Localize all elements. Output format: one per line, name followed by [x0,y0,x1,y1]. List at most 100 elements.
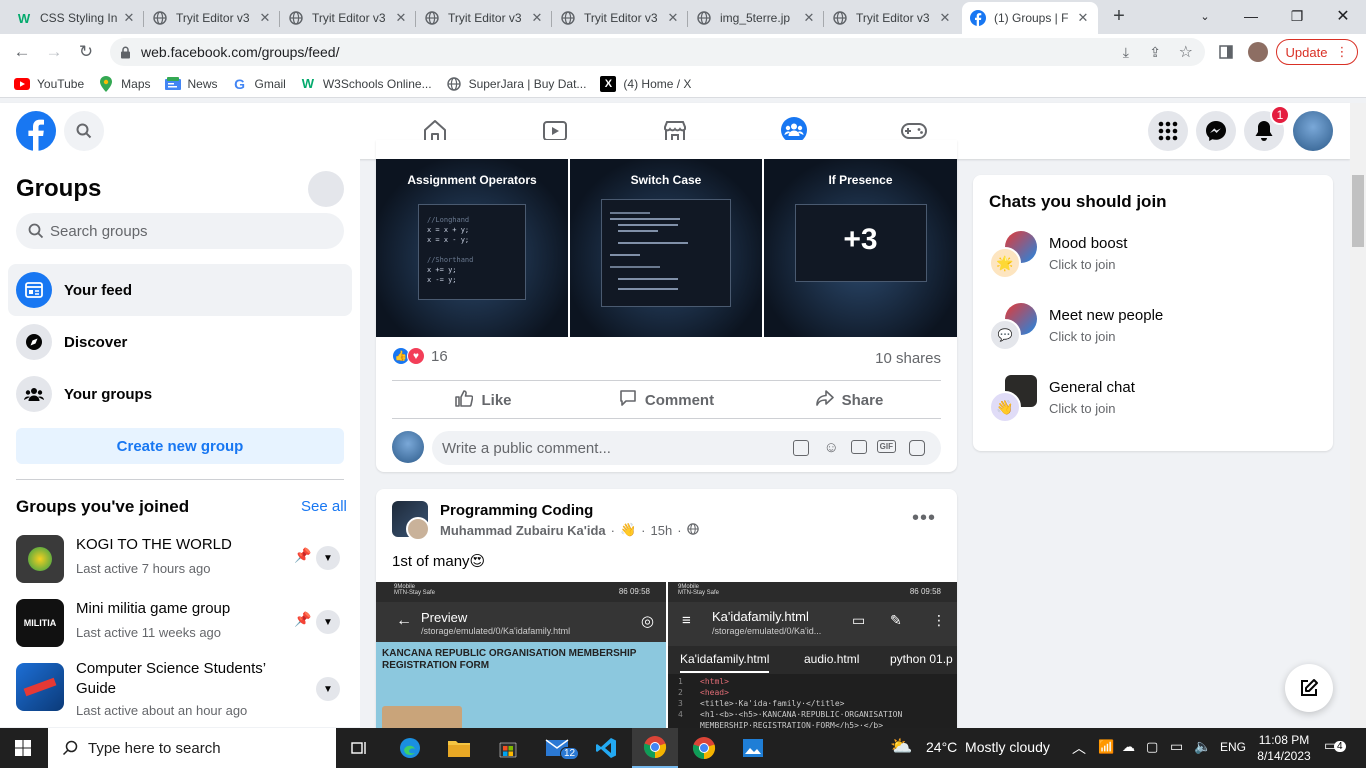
browser-tab[interactable]: Tryit Editor v3 ✕ [144,2,280,34]
close-tab-icon[interactable]: ✕ [122,10,136,26]
browser-tab[interactable]: img_5terre.jp ✕ [688,2,824,34]
post-image-1[interactable]: Assignment Operators //Longhand x = x + … [376,159,568,337]
avatar-sticker-icon[interactable] [793,440,809,456]
scrollbar-thumb[interactable] [1352,175,1364,247]
vscode-icon[interactable] [583,728,629,768]
chat-row-general-chat[interactable]: 👋 General chat Click to join [989,375,1319,439]
pin-icon[interactable]: 📌 [294,547,311,564]
post-image-3[interactable]: If Presence +3 [764,159,957,337]
menu-grid-icon[interactable] [1148,111,1188,151]
close-tab-icon[interactable]: ✕ [258,10,272,26]
bookmark-maps[interactable]: Maps [98,75,151,92]
like-button[interactable]: Like [392,382,575,418]
sidebar-item-discover[interactable]: Discover [8,316,352,368]
weather-text[interactable]: 24°C Mostly cloudy [926,739,1050,755]
bookmark-w3schools[interactable]: W W3Schools Online... [300,76,432,92]
weather-cloud-icon[interactable]: ⛅ [890,736,918,760]
windows-start-icon[interactable] [0,728,46,768]
comment-button[interactable]: Comment [575,382,758,418]
browser-tab[interactable]: W CSS Styling In ✕ [8,2,144,34]
post-image-2[interactable]: 9Mobile MTN-Stay Safe 86 09:58 ≡ Ka'idaf… [668,582,957,739]
address-bar[interactable]: web.facebook.com/groups/feed/ ⤓ ⇪ ☆ [110,38,1205,66]
new-message-icon[interactable] [1285,664,1333,712]
group-row-cs-students[interactable]: Computer Science Students’ Guide Last ac… [16,659,346,723]
file-explorer-icon[interactable] [436,728,482,768]
bookmark-gmail[interactable]: G Gmail [232,76,286,92]
bookmark-news[interactable]: News [164,76,218,92]
close-tab-icon[interactable]: ✕ [666,10,680,26]
post-image-1[interactable]: 9Mobile MTN-Stay Safe 86 09:58 ← Preview… [376,582,666,739]
sidebar-item-your-groups[interactable]: Your groups [8,368,352,420]
settings-gear-icon[interactable] [308,171,344,207]
taskbar-search-box[interactable]: Type here to search [48,728,336,768]
browser-tab[interactable]: Tryit Editor v3 ✕ [416,2,552,34]
install-icon[interactable]: ⤓ [1123,44,1129,61]
emoji-icon[interactable]: ☺ [824,439,839,456]
messenger-icon[interactable] [1196,111,1236,151]
clock[interactable]: 11:08 PM 8/14/2023 [1256,732,1312,764]
search-icon[interactable] [64,111,104,151]
see-all-link[interactable]: See all [301,498,347,515]
facebook-logo-icon[interactable] [16,111,56,151]
camera-icon[interactable] [851,440,867,454]
photos-icon[interactable] [730,728,776,768]
browser-tab[interactable]: Tryit Editor v3 ✕ [552,2,688,34]
forward-icon[interactable]: → [40,39,68,65]
wifi-icon[interactable]: 📶 [1098,739,1114,755]
new-tab-icon[interactable]: + [1096,0,1142,32]
chevron-down-icon[interactable]: ▼ [316,677,340,701]
group-row-mini-militia[interactable]: MILITIA Mini militia game group Last act… [16,599,346,661]
side-panel-icon[interactable] [1212,39,1240,65]
task-view-icon[interactable] [337,728,383,768]
minimize-icon[interactable]: — [1228,0,1274,32]
chevron-up-icon[interactable]: ︿ [1072,738,1086,758]
bookmark-superjara[interactable]: SuperJara | Buy Dat... [446,76,586,92]
comment-input[interactable]: Write a public comment... ☺ GIF [432,431,941,465]
browser-tab-active[interactable]: (1) Groups | F ✕ [962,2,1098,34]
edge-icon[interactable] [387,728,433,768]
chat-row-mood-boost[interactable]: 🌟 Mood boost Click to join [989,231,1319,295]
post-time[interactable]: 15h [651,523,673,538]
account-avatar[interactable] [1293,111,1333,151]
restore-icon[interactable]: ❐ [1274,0,1320,32]
reactions-summary[interactable]: 👍 ♥ 16 [392,347,448,365]
battery-icon[interactable]: ▭ [1170,738,1183,755]
chrome-icon[interactable] [681,728,727,768]
commenter-avatar[interactable] [392,431,424,463]
tab-search-icon[interactable]: ⌄ [1182,0,1228,32]
chevron-down-icon[interactable]: ▼ [316,610,340,634]
chat-row-meet-new-people[interactable]: 💬 Meet new people Click to join [989,303,1319,367]
back-icon[interactable]: ← [8,39,36,65]
pin-icon[interactable]: 📌 [294,611,311,628]
bookmark-youtube[interactable]: YouTube [14,76,84,92]
close-tab-icon[interactable]: ✕ [394,10,408,26]
profile-avatar[interactable] [1248,42,1268,62]
volume-icon[interactable]: 🔈 [1194,738,1211,755]
language-indicator[interactable]: ENG [1220,740,1246,754]
network-icon[interactable]: ☁ [1122,739,1135,755]
close-window-icon[interactable]: ✕ [1320,0,1366,32]
sidebar-item-your-feed[interactable]: Your feed [8,264,352,316]
sticker-icon[interactable] [909,440,925,456]
microsoft-store-icon[interactable] [485,728,531,768]
shares-count[interactable]: 10 shares [875,350,941,367]
bookmark-star-icon[interactable]: ☆ [1179,42,1193,62]
page-scrollbar[interactable] [1350,103,1366,728]
bookmark-x[interactable]: X (4) Home / X [600,75,691,92]
mail-icon[interactable]: 12 [534,728,580,768]
chevron-down-icon[interactable]: ▼ [316,546,340,570]
close-tab-icon[interactable]: ✕ [802,10,816,26]
post-image-2[interactable]: Switch Case [570,159,762,337]
close-tab-icon[interactable]: ✕ [938,10,952,26]
notification-center-icon[interactable]: ▭ 4 [1324,737,1346,757]
close-tab-icon[interactable]: ✕ [530,10,544,26]
share-button[interactable]: Share [758,382,941,418]
update-button[interactable]: Update ⋮ [1276,39,1358,65]
chrome-icon[interactable] [632,728,678,768]
more-options-icon[interactable]: ••• [912,507,936,530]
group-row-kogi[interactable]: KOGI TO THE WORLD Last active 7 hours ag… [16,535,346,597]
reload-icon[interactable]: ↻ [72,39,100,65]
author-avatar[interactable] [406,517,430,541]
create-group-button[interactable]: Create new group [16,428,344,464]
post-group-name[interactable]: Programming Coding [440,502,593,519]
